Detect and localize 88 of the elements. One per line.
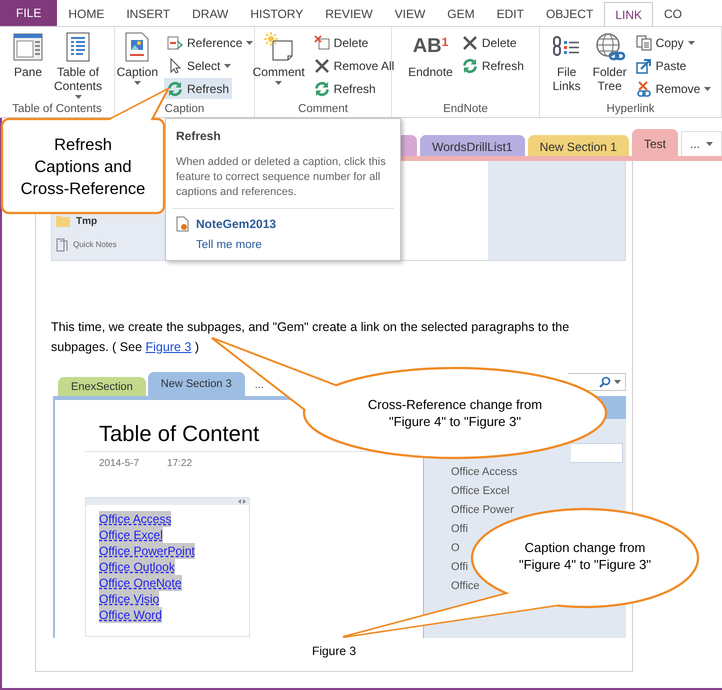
group-label: Comment: [297, 102, 349, 117]
quick-notes-label[interactable]: Quick Notes: [73, 239, 117, 251]
menu-tab[interactable]: INSERT: [115, 2, 182, 26]
refresh-icon: [462, 58, 478, 74]
ribbon-button[interactable]: Pane: [8, 30, 48, 79]
ribbon-button[interactable]: Remove: [632, 78, 714, 99]
menu-tab[interactable]: VIEW: [384, 2, 436, 26]
more-sections-tab[interactable]: ...: [680, 131, 722, 156]
page-title: Table of Content: [99, 420, 260, 448]
search-icon: [599, 376, 611, 388]
caret-icon: [706, 142, 713, 146]
section-tab[interactable]: EnexSection: [58, 377, 146, 396]
menu-tab[interactable]: REVIEW: [314, 2, 384, 26]
page-list-item[interactable]: O: [451, 539, 460, 558]
ribbon-button[interactable]: Caption: [112, 30, 162, 86]
page-list-field: [571, 443, 623, 463]
outline-link[interactable]: Office Word: [99, 607, 162, 623]
menu-tab[interactable]: GEM: [436, 2, 486, 26]
outline-link[interactable]: Office Excel: [99, 527, 163, 543]
callout-text: Refresh Captions and Cross-Reference: [20, 135, 146, 200]
menu-tab[interactable]: LINK: [604, 2, 653, 26]
ribbon-button[interactable]: AB$^{1}$ Endnote: [404, 30, 457, 79]
caret-icon: [614, 380, 621, 384]
ribbon-button[interactable]: Copy: [632, 32, 698, 53]
menu-tab[interactable]: EDIT: [486, 2, 535, 26]
pages-icon: [56, 238, 68, 252]
ribbon-button[interactable]: Remove All: [310, 55, 398, 76]
x-icon: [314, 58, 330, 74]
page-list-item[interactable]: Office Access: [451, 463, 518, 482]
group-label: EndNote: [442, 102, 489, 117]
ribbon-button[interactable]: Select: [164, 55, 234, 76]
page-list-item[interactable]: Office Power: [451, 501, 514, 520]
tell-me-more-link[interactable]: Tell me more: [196, 237, 262, 254]
callout-text: Cross-Reference change from "Figure 4" to "Figure 3": [368, 396, 542, 430]
tooltip-description: When added or deleted a caption, click this feature to correct sequence number for all captions and references.: [176, 155, 387, 200]
ribbon-button[interactable]: File Links: [546, 30, 587, 93]
menu-tab[interactable]: DRAW: [181, 2, 240, 26]
group-label: Hyperlink: [606, 102, 656, 117]
refresh-icon: [314, 80, 330, 96]
group-label: Caption: [164, 102, 206, 117]
page-date: 2014-5-7: [99, 457, 140, 471]
copy-icon: [636, 34, 652, 50]
ribbon-button[interactable]: Refresh: [310, 78, 379, 99]
globe-link-icon: [594, 31, 626, 63]
callout-text: Caption change from "Figure 4" to "Figure 3": [519, 539, 651, 573]
paragraph: This time, we create the subpages, and "Gem" create a link on the selected paragraphs to the subpages. ( See Figure 3 ): [51, 319, 570, 356]
reference-icon: [167, 34, 183, 50]
section-tab[interactable]: Test: [632, 129, 678, 156]
menu-tab[interactable]: HOME: [57, 2, 116, 26]
menu-tab[interactable]: CO: [653, 2, 693, 26]
tooltip-title: Refresh: [176, 128, 221, 145]
page-list-item[interactable]: Office Excel: [451, 482, 510, 501]
arrow-box-icon: [636, 58, 652, 74]
refresh-icon: [167, 80, 183, 96]
page-list-item[interactable]: Offi: [451, 558, 468, 577]
page-list-item[interactable]: Offi: [451, 520, 468, 539]
outline-link[interactable]: Office Outlook: [99, 559, 175, 575]
figure-link[interactable]: Figure 3: [146, 340, 192, 354]
outline-link[interactable]: Office PowerPoint: [99, 543, 195, 559]
section-tab[interactable]: WordsDrillList1: [420, 135, 525, 156]
ribbon-button[interactable]: Refresh: [458, 55, 527, 76]
group-label: Table of Contents: [11, 102, 103, 117]
page-time: 17:22: [167, 457, 192, 471]
ribbon-button[interactable]: Refresh: [164, 78, 232, 99]
remove-link-icon: [636, 80, 652, 96]
resize-handle-icon[interactable]: [238, 499, 246, 504]
figure-caption: Figure 3: [310, 643, 358, 660]
ribbon-button[interactable]: Table of Contents: [50, 30, 106, 100]
page-list-item[interactable]: Office: [451, 577, 480, 596]
delete-note-icon: [314, 34, 330, 50]
endnote-glyph: AB$^{1}$: [412, 34, 448, 59]
ribbon-button[interactable]: Delete: [458, 32, 520, 53]
outline-link[interactable]: Office Access: [99, 511, 172, 527]
section-tab[interactable]: New Section 3: [148, 372, 245, 396]
menu-tab[interactable]: HISTORY: [239, 2, 314, 26]
section-tab[interactable]: New Section 1: [528, 135, 629, 156]
ribbon-button[interactable]: Paste: [632, 55, 690, 76]
outline-link[interactable]: Office Visio: [99, 591, 160, 607]
note-icon: [262, 31, 295, 63]
window-panel-icon: [12, 31, 44, 63]
x-icon: [462, 34, 478, 50]
menu-tab[interactable]: OBJECT: [534, 2, 604, 26]
outline-link[interactable]: Office OneNote: [99, 575, 182, 591]
ribbon-button[interactable]: Delete: [310, 32, 372, 53]
menu-tab[interactable]: FILE: [0, 0, 58, 26]
ribbon-button[interactable]: Folder Tree: [588, 30, 631, 93]
folder-label[interactable]: Tmp: [76, 214, 98, 228]
addin-name: NoteGem2013: [196, 216, 276, 233]
